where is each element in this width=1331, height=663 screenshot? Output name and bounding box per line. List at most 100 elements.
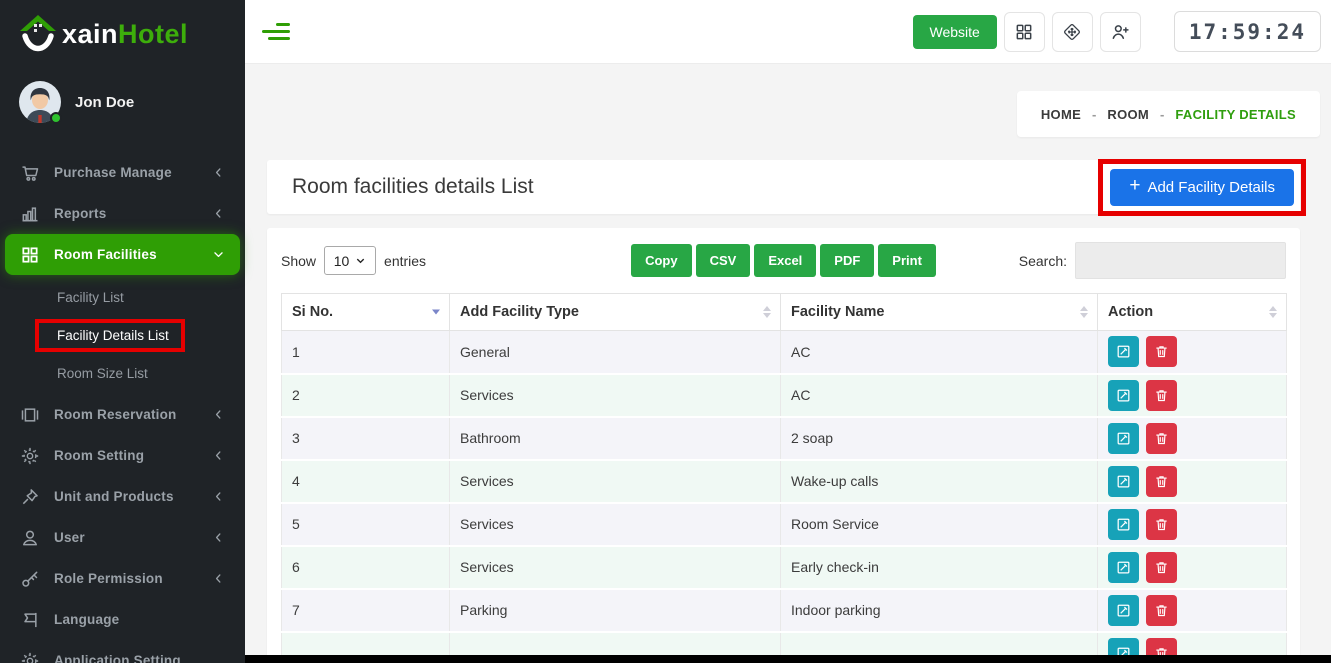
edit-button[interactable] [1108,466,1139,497]
table-card: Show 10 entries CopyCSVExcelPDFPrint Sea… [267,228,1300,663]
column-header-si-no[interactable]: Si No. [282,294,450,331]
cell-type: Services [450,460,781,503]
cell-name: Room Service [781,503,1098,546]
gear-icon [20,651,40,663]
sidebar-item-purchase-manage[interactable]: Purchase Manage [0,152,245,193]
sidebar-item-label: Role Permission [54,571,163,586]
sidebar-subitem-facility-details-list[interactable]: Facility Details List [0,312,245,359]
sidebar-item-label: Application Setting [54,653,181,663]
navigate-button[interactable] [1052,12,1093,52]
chevron-left-icon [212,408,225,421]
sidebar-item-unit-and-products[interactable]: Unit and Products [0,476,245,517]
breadcrumb-item-room[interactable]: ROOM [1107,107,1149,122]
excel-export-button[interactable]: Excel [754,244,816,277]
add-user-button[interactable] [1100,12,1141,52]
bar-chart-icon [20,204,40,224]
breadcrumb-item-facility-details[interactable]: FACILITY DETAILS [1175,107,1296,122]
table-row: 6ServicesEarly check-in [282,546,1287,589]
delete-button[interactable] [1146,595,1177,626]
table-row: 4ServicesWake-up calls [282,460,1287,503]
facility-details-table: Si No.Add Facility TypeFacility Name Acti… [281,293,1287,663]
chevron-down-icon [212,248,225,261]
sidebar-menu: Purchase Manage ReportsRoom Facilities Fac… [0,152,245,663]
cell-name: Indoor parking [781,589,1098,632]
copy-export-button[interactable]: Copy [631,244,692,277]
edit-button[interactable] [1108,423,1139,454]
brand-logo[interactable]: xainHotel [0,0,245,66]
key-icon [20,569,40,589]
delete-button[interactable] [1146,509,1177,540]
grid-icon [20,245,40,265]
sidebar-item-application-setting[interactable]: Application Setting [0,640,245,663]
sidebar-item-room-setting[interactable]: Room Setting [0,435,245,476]
main-content: HOME-ROOM-FACILITY DETAILS Room faciliti… [245,64,1331,663]
add-facility-details-button[interactable]: + Add Facility Details [1110,169,1294,206]
cell-action [1098,331,1287,374]
sidebar-item-user[interactable]: User [0,517,245,558]
cell-si: 6 [282,546,450,589]
cell-si: 3 [282,417,450,460]
digital-clock: 17:59:24 [1174,11,1321,52]
sidebar-item-reports[interactable]: Reports [0,193,245,234]
sidebar-item-language[interactable]: Language [0,599,245,640]
edit-button[interactable] [1108,509,1139,540]
cart-icon [20,163,40,183]
edit-button[interactable] [1108,380,1139,411]
column-header-facility-name[interactable]: Facility Name [781,294,1098,331]
sidebar-subitem-label: Room Size List [57,366,148,381]
delete-button[interactable] [1146,552,1177,583]
table-row: 1GeneralAC [282,331,1287,374]
sidebar-subitem-room-size-list[interactable]: Room Size List [0,359,245,388]
delete-button[interactable] [1146,336,1177,367]
sidebar-item-role-permission[interactable]: Role Permission [0,558,245,599]
page-header-card: Room facilities details List + Add Facil… [267,160,1300,214]
gear-icon [20,446,40,466]
delete-button[interactable] [1146,380,1177,411]
show-label: Show [281,253,316,269]
sidebar: xainHotel Jon Doe Purchase Manage Reports… [0,0,245,663]
table-row: 2ServicesAC [282,374,1287,417]
grid-icon [1014,22,1034,42]
delete-button[interactable] [1146,423,1177,454]
user-icon [20,528,40,548]
column-header-add-facility-type[interactable]: Add Facility Type [450,294,781,331]
sidebar-item-label: Language [54,612,119,627]
sidebar-item-label: Room Setting [54,448,144,463]
print-export-button[interactable]: Print [878,244,936,277]
edit-button[interactable] [1108,336,1139,367]
chevron-left-icon [212,490,225,503]
table-row: 3Bathroom2 soap [282,417,1287,460]
bottom-black-strip [245,655,1331,663]
window-icon [20,405,40,425]
hamburger-menu-icon[interactable] [262,23,290,40]
sort-arrows-icon [1080,306,1088,318]
edit-button[interactable] [1108,595,1139,626]
column-header-label: Action [1108,304,1153,320]
entries-select[interactable]: 10 [324,246,376,275]
website-button[interactable]: Website [913,15,997,49]
search-input[interactable] [1075,242,1286,279]
edit-button[interactable] [1108,552,1139,583]
sidebar-item-room-facilities[interactable]: Room Facilities [5,234,240,275]
dashboard-grid-button[interactable] [1004,12,1045,52]
cell-name: AC [781,374,1098,417]
cell-name: Wake-up calls [781,460,1098,503]
chevron-left-icon [212,207,225,220]
page-title: Room facilities details List [292,175,534,199]
chevron-down-icon [355,255,366,266]
delete-button[interactable] [1146,466,1177,497]
pdf-export-button[interactable]: PDF [820,244,874,277]
sidebar-item-label: Purchase Manage [54,165,172,180]
column-header-action[interactable]: Action [1098,294,1287,331]
user-profile[interactable]: Jon Doe [0,66,245,142]
sidebar-subitem-label: Facility List [57,290,124,305]
cell-name: Early check-in [781,546,1098,589]
csv-export-button[interactable]: CSV [696,244,751,277]
avatar [18,80,62,124]
sidebar-item-room-reservation[interactable]: Room Reservation [0,394,245,435]
sidebar-subitem-facility-list[interactable]: Facility List [0,283,245,312]
cell-action [1098,417,1287,460]
cell-action [1098,374,1287,417]
search-label: Search: [1019,253,1067,269]
breadcrumb-item-home[interactable]: HOME [1041,107,1081,122]
